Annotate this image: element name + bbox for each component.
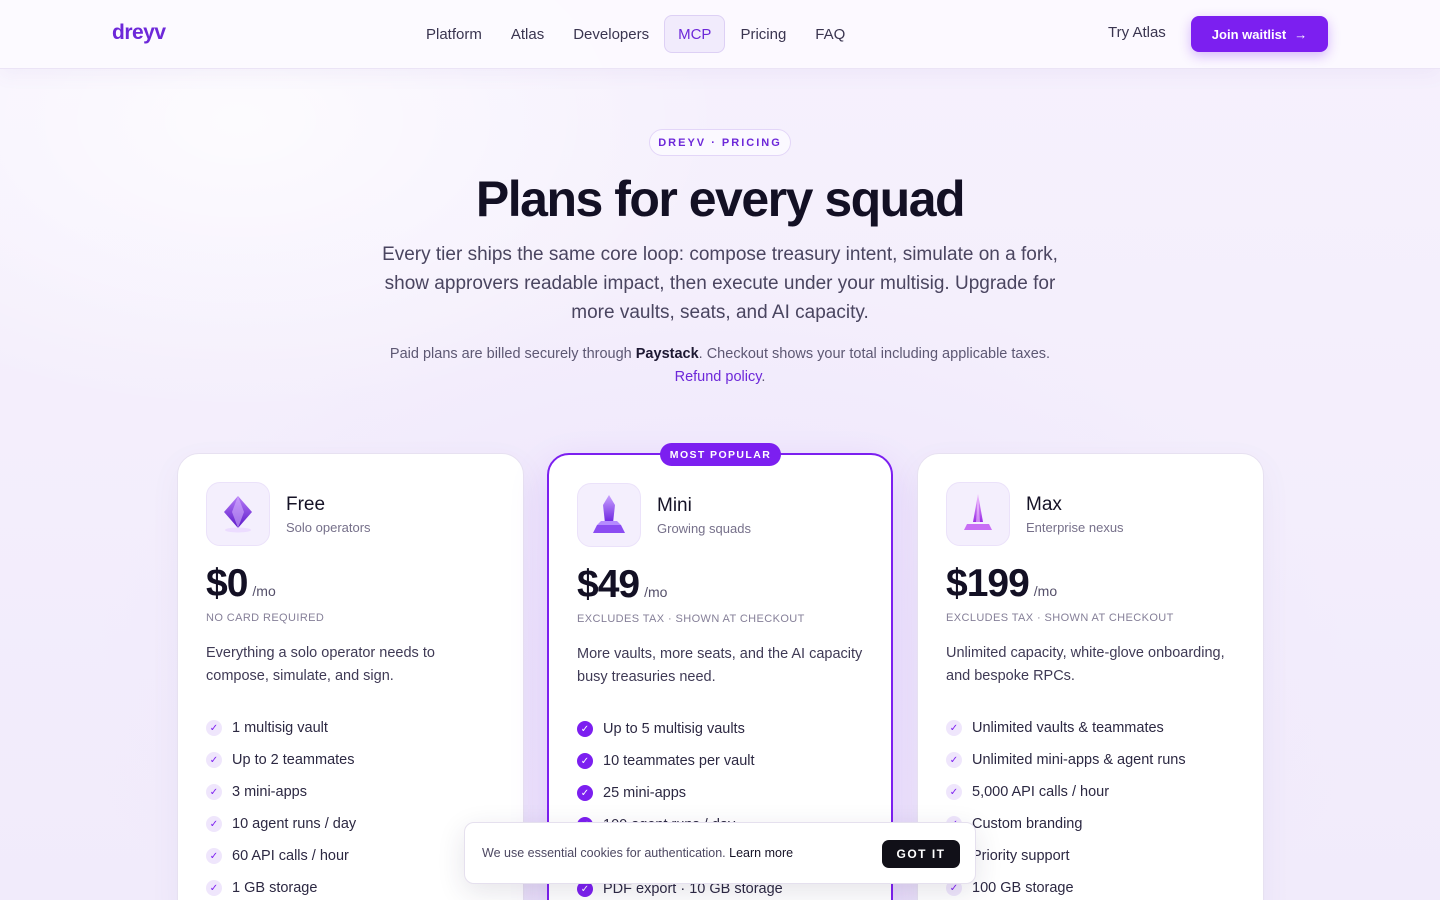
check-icon: ✓ xyxy=(206,816,222,832)
most-popular-badge: MOST POPULAR xyxy=(660,443,781,466)
feature-item: ✓ 60 API calls / hour xyxy=(206,840,356,872)
price-amount: $0 xyxy=(206,562,248,605)
pricing-eyebrow: DREYV · PRICING xyxy=(649,129,791,156)
cookie-banner: We use essential cookies for authenticat… xyxy=(464,822,976,884)
plan-name: Mini xyxy=(657,495,692,516)
nav-link-pricing[interactable]: Pricing xyxy=(726,15,800,53)
main-nav: Platform Atlas Developers MCP Pricing FA… xyxy=(412,15,860,53)
crystal-spire-icon xyxy=(946,482,1010,546)
feature-list: ✓ Unlimited vaults & teammates ✓ Unlimited… xyxy=(946,712,1186,900)
cookie-accept-button[interactable]: GOT IT xyxy=(882,840,960,868)
check-icon: ✓ xyxy=(577,753,593,769)
feature-item: ✓ 3 mini-apps xyxy=(206,776,356,808)
feature-label: 1 multisig vault xyxy=(232,720,328,736)
feature-label: Custom branding xyxy=(972,816,1083,832)
feature-label: Priority support xyxy=(972,848,1070,864)
cookie-learn-more-link[interactable]: Learn more xyxy=(729,846,793,860)
feature-label: 100 GB storage xyxy=(972,880,1074,896)
nav-link-mcp[interactable]: MCP xyxy=(664,15,726,53)
top-navbar: dreyv Platform Atlas Developers MCP Pric… xyxy=(0,0,1440,69)
plan-name: Max xyxy=(1026,494,1062,515)
billing-suffix: . Checkout shows your total including ap… xyxy=(698,346,1051,362)
price-note: EXCLUDES TAX · SHOWN AT CHECKOUT xyxy=(577,613,805,625)
check-icon: ✓ xyxy=(206,752,222,768)
crystal-gem-icon xyxy=(206,482,270,546)
price-note: EXCLUDES TAX · SHOWN AT CHECKOUT xyxy=(946,612,1174,624)
plan-price: $0 /mo xyxy=(206,562,276,606)
billing-prefix: Paid plans are billed securely through xyxy=(389,346,636,362)
check-icon: ✓ xyxy=(577,721,593,737)
check-icon: ✓ xyxy=(577,785,593,801)
crystal-tower-icon xyxy=(577,483,641,547)
feature-item: ✓ 10 agent runs / day xyxy=(206,808,356,840)
plan-price: $49 /mo xyxy=(577,563,667,607)
plan-description: Unlimited capacity, white-glove onboardi… xyxy=(946,645,1225,684)
feature-item: ✓ Up to 2 teammates xyxy=(206,744,356,776)
nav-link-developers[interactable]: Developers xyxy=(559,15,663,53)
plan-name: Free xyxy=(286,494,326,515)
price-unit: /mo xyxy=(1033,583,1058,599)
nav-link-platform[interactable]: Platform xyxy=(412,15,496,53)
price-amount: $199 xyxy=(946,562,1030,605)
join-waitlist-button[interactable]: Join waitlist → xyxy=(1191,16,1328,52)
refund-suffix: . xyxy=(761,369,766,385)
feature-item: ✓ 1 GB storage xyxy=(206,872,356,900)
feature-list: ✓ 1 multisig vault ✓ Up to 2 teammates ✓ 3 … xyxy=(206,712,356,900)
feature-item: ✓Priority support xyxy=(946,840,1186,872)
feature-label: 10 agent runs / day xyxy=(232,816,357,832)
plan-tagline: Enterprise nexus xyxy=(1026,520,1124,535)
nav-link-faq[interactable]: FAQ xyxy=(801,15,859,53)
check-icon: ✓ xyxy=(206,720,222,736)
feature-label: 1 GB storage xyxy=(232,880,318,896)
price-amount: $49 xyxy=(577,563,640,606)
feature-item: ✓ 25 mini-apps xyxy=(577,777,783,809)
billing-note: Paid plans are billed securely through P… xyxy=(380,343,1060,389)
billing-brand: Paystack xyxy=(635,346,699,362)
refund-policy-link[interactable]: Refund policy xyxy=(675,369,762,385)
check-icon: ✓ xyxy=(946,752,962,768)
try-atlas-link[interactable]: Try Atlas xyxy=(1108,24,1166,41)
feature-label: 5,000 API calls / hour xyxy=(972,784,1110,800)
feature-label: 10 teammates per vault xyxy=(603,753,755,769)
feature-label: 3 mini-apps xyxy=(232,784,307,800)
brand-logo[interactable]: dreyv xyxy=(112,21,166,45)
check-icon: ✓ xyxy=(206,880,222,896)
plan-tagline: Growing squads xyxy=(657,521,751,536)
check-icon: ✓ xyxy=(206,848,222,864)
feature-item: ✓ Unlimited mini-apps & agent runs xyxy=(946,744,1186,776)
feature-label: 25 mini-apps xyxy=(603,785,687,801)
feature-item: ✓ 10 teammates per vault xyxy=(577,745,783,777)
feature-label: Unlimited mini-apps & agent runs xyxy=(972,752,1186,768)
plan-tagline: Solo operators xyxy=(286,520,371,535)
check-icon: ✓ xyxy=(206,784,222,800)
feature-item: ✓ 5,000 API calls / hour xyxy=(946,776,1186,808)
check-icon: ✓ xyxy=(946,784,962,800)
check-icon: ✓ xyxy=(946,720,962,736)
feature-label: Up to 5 multisig vaults xyxy=(603,721,745,737)
price-unit: /mo xyxy=(644,584,668,600)
feature-label: 60 API calls / hour xyxy=(232,848,349,864)
price-unit: /mo xyxy=(252,583,276,599)
page-subtitle: Every tier ships the same core loop: com… xyxy=(382,244,1058,323)
nav-link-atlas[interactable]: Atlas xyxy=(497,15,558,53)
price-note: NO CARD REQUIRED xyxy=(206,612,325,624)
join-waitlist-label: Join waitlist xyxy=(1211,26,1287,42)
cookie-text: We use essential cookies for authenticat… xyxy=(482,846,726,860)
plan-description: Everything a solo operator needs to comp… xyxy=(206,645,435,684)
feature-item: ✓ Up to 5 multisig vaults xyxy=(577,713,783,745)
feature-item: ✓Custom branding xyxy=(946,808,1186,840)
feature-label: Up to 2 teammates xyxy=(232,752,355,768)
page-title: Plans for every squad xyxy=(475,171,966,227)
feature-label: Unlimited vaults & teammates xyxy=(972,720,1164,736)
arrow-right-icon: → xyxy=(1294,26,1308,42)
feature-item: ✓ Unlimited vaults & teammates xyxy=(946,712,1186,744)
cookie-message: We use essential cookies for authenticat… xyxy=(482,846,793,860)
feature-item: ✓ 1 multisig vault xyxy=(206,712,356,744)
plan-description: More vaults, more seats, and the AI capa… xyxy=(577,646,863,685)
feature-item: ✓ 100 GB storage xyxy=(946,872,1186,900)
plan-price: $199 /mo xyxy=(946,562,1057,606)
